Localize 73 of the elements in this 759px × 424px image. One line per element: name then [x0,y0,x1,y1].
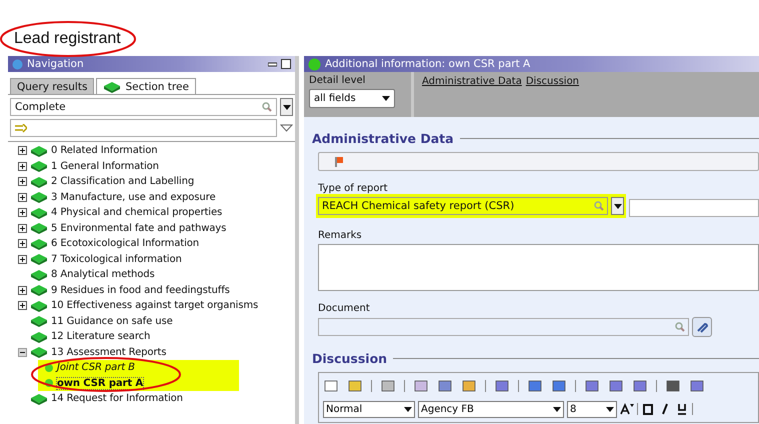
tree-item[interactable]: 6 Ecotoxicological Information [51,238,200,250]
tree-item[interactable]: 10 Effectiveness against target organisms [51,300,258,312]
tree-item[interactable]: 7 Toxicological information [51,254,182,265]
expand-icon[interactable] [18,162,27,171]
maximize-icon[interactable] [281,59,291,69]
tree-item[interactable]: 1 General Information [51,160,159,172]
status-dot-icon [44,362,54,373]
filter-field[interactable] [10,119,277,137]
attach-button[interactable] [692,317,712,337]
tree-item[interactable]: 14 Request for Information [51,393,183,404]
tree-item[interactable]: 13 Assessment Reports [51,346,166,358]
expand-icon[interactable] [18,254,27,264]
tree-item[interactable]: Joint CSR part B [57,362,135,374]
section-heading: Administrative Data [312,131,454,146]
expand-icon[interactable] [18,146,27,156]
tree-item[interactable]: 12 Literature search [51,331,150,342]
expand-icon[interactable] [18,177,27,186]
tab[interactable]: Query results [10,78,94,94]
expand-icon[interactable] [18,301,27,310]
field-label: Document [318,303,371,314]
expand-icon[interactable] [18,224,27,233]
section-link[interactable]: Discussion [526,76,580,87]
section-link[interactable]: Administrative Data [422,76,522,87]
tree-item[interactable]: 4 Physical and chemical properties [51,207,222,218]
flag-icon[interactable] [335,156,343,166]
detail-level-label: Detail level [309,75,366,86]
report-type-field[interactable]: REACH Chemical safety report (CSR) [318,197,608,215]
underline-icon[interactable] [675,403,689,415]
size-dropdown[interactable]: 8 [567,400,617,418]
detail-level-dropdown[interactable]: all fields [309,89,395,108]
caret-icon [553,406,561,412]
caret-icon [404,406,412,412]
status-dot-icon [44,378,54,388]
dropdown-button[interactable] [611,197,624,215]
expand-icon[interactable] [18,192,27,202]
panel-title: Navigation [27,58,85,70]
tree-item[interactable]: own CSR part A [57,378,144,389]
expand-icon[interactable] [18,286,27,295]
tree-item[interactable]: 2 Classification and Labelling [51,176,194,188]
dropdown-button[interactable] [280,98,293,116]
view-combo[interactable]: Complete [10,98,277,116]
search-icon[interactable] [675,322,685,332]
tree-item[interactable]: 8 Analytical methods [51,269,155,280]
remarks-field[interactable] [318,244,759,291]
expand-icon[interactable] [18,208,27,218]
tree-item[interactable]: 0 Related Information [51,145,158,156]
style-dropdown[interactable]: Normal [323,400,415,418]
caret-icon [614,204,622,208]
section-heading: Discussion [312,351,388,366]
status-dot-icon [308,58,321,70]
tab[interactable]: Section tree [96,78,196,94]
tree-item[interactable]: 9 Residues in food and feedingstuffs [51,284,230,296]
font-size-icon[interactable] [620,403,634,415]
field-label: Type of report [318,183,389,194]
page-title: Lead registrant [14,30,121,48]
tree-item[interactable]: 11 Guidance on safe use [51,316,173,327]
caret-icon [606,406,614,412]
input-field[interactable] [629,198,759,216]
caret-icon [382,96,390,101]
tree-item[interactable]: 5 Environmental fate and pathways [51,222,226,234]
field-label: Remarks [318,230,363,241]
paperclip-icon [696,321,708,333]
tree-item[interactable]: 3 Manufacture, use and exposure [51,192,216,203]
menu-caret-icon[interactable] [280,124,293,132]
filter-icon [15,124,27,132]
panel-title: Additional information: own CSR part A [325,58,532,70]
search-icon[interactable] [594,201,604,211]
search-icon[interactable] [262,102,272,112]
font-dropdown[interactable]: Agency FB [418,400,564,418]
expand-icon[interactable] [18,239,27,248]
document-field[interactable] [318,318,689,336]
collapse-icon[interactable] [18,348,27,357]
caret-icon [282,104,290,110]
